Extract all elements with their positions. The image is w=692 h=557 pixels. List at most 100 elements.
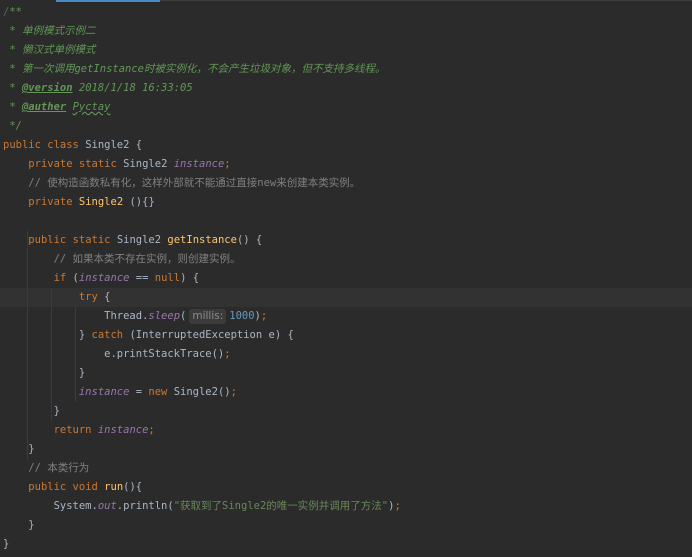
- code-line-text: * 第一次调用getInstance时被实例化，不会产生垃圾对象，但不支持多线程…: [3, 60, 386, 79]
- code-line-text: /**: [3, 3, 22, 22]
- indent-guide: [75, 383, 76, 402]
- code-token: *: [3, 82, 22, 94]
- code-token: * 第一次调用getInstance时被实例化，不会产生垃圾对象，但不支持多线程…: [3, 63, 386, 75]
- code-line[interactable]: [0, 212, 692, 231]
- code-token: * 单例模式示例二: [3, 25, 96, 37]
- code-line[interactable]: }: [0, 440, 692, 459]
- code-token: getInstance: [167, 234, 237, 246]
- code-token: 1000: [229, 310, 255, 322]
- code-line-text: System.out.println("获取到了Single2的唯一实例并调用了…: [3, 497, 401, 516]
- code-token: **: [9, 6, 22, 18]
- code-line[interactable]: /**: [0, 3, 692, 22]
- indent-guide: [27, 307, 28, 326]
- code-line[interactable]: */: [0, 117, 692, 136]
- code-token: }: [3, 329, 92, 341]
- indent-guide: [27, 345, 28, 364]
- code-line[interactable]: }: [0, 364, 692, 383]
- code-line-text: Thread.sleep(millis: 1000);: [3, 307, 267, 326]
- code-line[interactable]: // 本类行为: [0, 459, 692, 478]
- code-token: return: [53, 424, 92, 436]
- code-token: "获取到了Single2的唯一实例并调用了方法": [173, 500, 389, 512]
- indent-guide: [27, 231, 28, 250]
- indent-guide: [27, 402, 28, 421]
- indent-guide: [51, 345, 52, 364]
- code-line[interactable]: e.printStackTrace();: [0, 345, 692, 364]
- code-line[interactable]: Thread.sleep(millis: 1000);: [0, 307, 692, 326]
- code-line-text: public void run(){: [3, 478, 142, 497]
- code-token: Single2: [78, 196, 124, 208]
- code-line-text: }: [3, 516, 34, 535]
- code-token: out: [97, 500, 117, 512]
- code-line-text: }: [3, 440, 34, 459]
- code-token: }: [3, 538, 10, 550]
- code-line[interactable]: instance = new Single2();: [0, 383, 692, 402]
- indent-guide: [51, 402, 52, 421]
- code-token: try: [78, 291, 98, 303]
- code-line[interactable]: private Single2 (){}: [0, 193, 692, 212]
- code-line[interactable]: * @version 2018/1/18 16:33:05: [0, 79, 692, 98]
- code-line[interactable]: return instance;: [0, 421, 692, 440]
- code-line[interactable]: }: [0, 402, 692, 421]
- code-token: Single2 {: [78, 139, 143, 151]
- code-token: Single2: [116, 158, 174, 170]
- code-line-text: } catch (InterruptedException e) {: [3, 326, 294, 345]
- indent-guide: [75, 307, 76, 326]
- code-line[interactable]: public static Single2 getInstance() {: [0, 231, 692, 250]
- indent-guide: [51, 383, 52, 402]
- code-line[interactable]: // 使构造函数私有化，这样外部就不能通过直接new来创建本类实例。: [0, 174, 692, 193]
- code-token: @version: [21, 82, 73, 94]
- code-line[interactable]: // 如果本类不存在实例，则创建实例。: [0, 250, 692, 269]
- code-token: ;: [224, 348, 231, 360]
- code-token: // 本类行为: [28, 462, 90, 474]
- code-token: Single2(): [167, 386, 231, 398]
- code-token: Pyctay: [72, 101, 111, 113]
- code-line-text: }: [3, 364, 85, 383]
- indent-guide: [27, 250, 28, 269]
- code-token: if: [53, 272, 67, 284]
- indent-guide: [51, 288, 52, 307]
- indent-guide: [27, 440, 28, 459]
- code-line-text: // 使构造函数私有化，这样外部就不能通过直接new来创建本类实例。: [3, 174, 360, 193]
- code-line-text: */: [3, 117, 22, 136]
- code-token: 2018/1/18 16:33:05: [72, 82, 193, 94]
- code-line[interactable]: * 单例模式示例二: [0, 22, 692, 41]
- indent-guide: [27, 364, 28, 383]
- code-line[interactable]: * 第一次调用getInstance时被实例化，不会产生垃圾对象，但不支持多线程…: [0, 60, 692, 79]
- code-line-text: // 本类行为: [3, 459, 89, 478]
- code-line-text: return instance;: [3, 421, 155, 440]
- code-line[interactable]: try {: [0, 288, 692, 307]
- code-editor[interactable]: /** * 单例模式示例二 * 懒汉式单例模式 * 第一次调用getInstan…: [0, 0, 692, 557]
- code-token: @auther: [21, 101, 67, 113]
- indent-guide: [27, 326, 28, 345]
- code-line[interactable]: if (instance == null) {: [0, 269, 692, 288]
- code-token: instance: [78, 272, 130, 284]
- code-token: System.: [3, 500, 98, 512]
- code-line[interactable]: public class Single2 {: [0, 136, 692, 155]
- code-line[interactable]: System.out.println("获取到了Single2的唯一实例并调用了…: [0, 497, 692, 516]
- code-token: {: [97, 291, 111, 303]
- code-token: ;: [260, 310, 268, 322]
- code-token: null: [154, 272, 181, 284]
- code-line-text: * 单例模式示例二: [3, 22, 95, 41]
- code-token: public void: [28, 481, 98, 493]
- code-token: // 如果本类不存在实例，则创建实例。: [53, 253, 241, 265]
- indent-guide: [75, 364, 76, 383]
- code-line-text: * 懒汉式单例模式: [3, 41, 95, 60]
- code-token: (){}: [123, 196, 155, 208]
- code-line[interactable]: private static Single2 instance;: [0, 155, 692, 174]
- code-line[interactable]: } catch (InterruptedException e) {: [0, 326, 692, 345]
- code-line[interactable]: }: [0, 535, 692, 554]
- code-line[interactable]: }: [0, 516, 692, 535]
- code-token: run: [104, 481, 124, 493]
- code-line[interactable]: * 懒汉式单例模式: [0, 41, 692, 60]
- code-token: Single2: [110, 234, 168, 246]
- code-line[interactable]: public void run(){: [0, 478, 692, 497]
- code-token: e.printStackTrace(): [3, 348, 225, 360]
- code-token: catch: [91, 329, 124, 341]
- code-line-text: // 如果本类不存在实例，则创建实例。: [3, 250, 241, 269]
- indent-guide: [27, 383, 28, 402]
- code-line[interactable]: * @auther Pyctay: [0, 98, 692, 117]
- code-line-text: e.printStackTrace();: [3, 345, 231, 364]
